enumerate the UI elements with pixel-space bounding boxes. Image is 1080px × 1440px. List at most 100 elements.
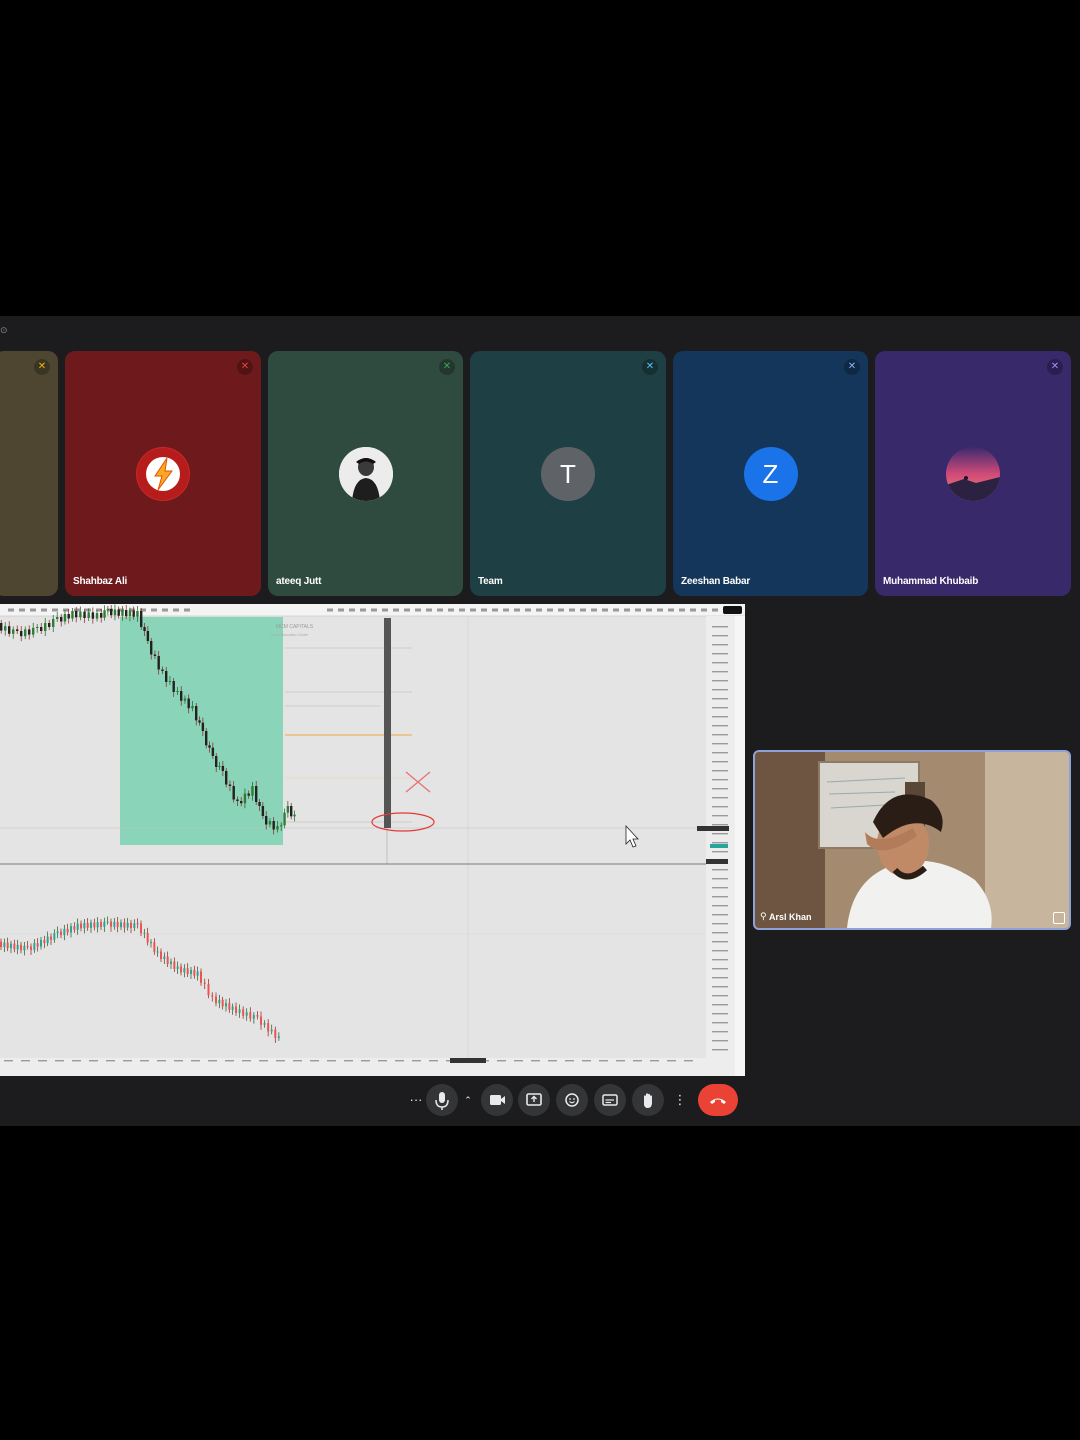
screen-share-chart[interactable]: MCM CAPITALS Forex Education Center <box>0 604 745 1076</box>
info-icon[interactable]: ⊙ <box>0 325 8 336</box>
toolbar-tool-icon[interactable] <box>646 608 652 612</box>
toolbar-tool-icon[interactable] <box>63 608 69 612</box>
candle-body <box>193 969 196 976</box>
time-tick <box>565 1060 574 1062</box>
toolbar-tool-icon[interactable] <box>558 608 564 612</box>
candle-body <box>276 826 279 830</box>
toolbar-tool-icon[interactable] <box>481 608 487 612</box>
present-screen-icon[interactable] <box>518 1084 550 1116</box>
candle-body <box>75 611 78 618</box>
candle-body <box>106 921 109 923</box>
participant-tile[interactable]: ✕ <box>0 351 58 596</box>
emoji-icon[interactable] <box>556 1084 588 1116</box>
toolbar-tool-icon[interactable] <box>85 608 91 612</box>
price-tick <box>712 1004 728 1006</box>
toolbar-tool-icon[interactable] <box>547 608 553 612</box>
participant-tile-ateeq[interactable]: ✕ ateeq Jutt <box>268 351 463 596</box>
microphone-icon[interactable] <box>426 1084 458 1116</box>
candle-body <box>87 612 90 618</box>
mic-off-icon: ✕ <box>34 359 50 375</box>
pin-icon[interactable]: ⚲ <box>760 911 767 922</box>
participant-tile-shahbaz[interactable]: ✕ Shahbaz Ali <box>65 351 261 596</box>
participant-name: ateeq Jutt <box>276 576 322 587</box>
toolbar-tool-icon[interactable] <box>602 608 608 612</box>
participant-tile-khubaib[interactable]: ✕ Muhammad Khubaib <box>875 351 1071 596</box>
candle-body <box>53 933 56 940</box>
toolbar-tool-icon[interactable] <box>690 608 696 612</box>
toolbar-tool-icon[interactable] <box>701 608 707 612</box>
end-call-button[interactable] <box>698 1084 738 1116</box>
candle-body <box>242 1009 245 1016</box>
toolbar-tool-icon[interactable] <box>360 608 366 612</box>
candle-body <box>90 922 92 928</box>
toolbar-tool-icon[interactable] <box>668 608 674 612</box>
time-tick <box>531 1060 540 1062</box>
candle-body <box>258 802 261 806</box>
time-tick <box>616 1060 625 1062</box>
toolbar-tool-icon[interactable] <box>492 608 498 612</box>
toolbar-tool-icon[interactable] <box>470 608 476 612</box>
raise-hand-icon[interactable] <box>632 1084 664 1116</box>
participant-tile-team[interactable]: ✕ T Team <box>470 351 666 596</box>
toolbar-tool-icon[interactable] <box>184 608 190 612</box>
toolbar-tool-icon[interactable] <box>30 608 36 612</box>
candle-body <box>103 921 106 927</box>
candle-body <box>146 932 149 943</box>
toolbar-tool-icon[interactable] <box>580 608 586 612</box>
participant-tile-zeeshan[interactable]: ✕ Z Zeeshan Babar <box>673 351 868 596</box>
candle-body <box>218 766 221 767</box>
candle-body <box>153 654 157 656</box>
toolbar-tool-icon[interactable] <box>712 608 718 612</box>
toolbar-tool-icon[interactable] <box>514 608 520 612</box>
kebab-menu-icon[interactable]: ⋮ <box>670 1084 690 1116</box>
price-tick <box>712 752 728 754</box>
self-view-video[interactable]: ⚲ Arsl Khan <box>753 750 1071 930</box>
camera-icon[interactable] <box>481 1084 513 1116</box>
time-tick <box>4 1060 13 1062</box>
toolbar-tool-icon[interactable] <box>525 608 531 612</box>
toolbar-tool-icon[interactable] <box>151 608 157 612</box>
toolbar-tool-icon[interactable] <box>52 608 58 612</box>
toolbar-tool-icon[interactable] <box>415 608 421 612</box>
time-tick <box>667 1060 676 1062</box>
toolbar-tool-icon[interactable] <box>613 608 619 612</box>
toolbar-tool-icon[interactable] <box>503 608 509 612</box>
candle-body <box>265 816 268 825</box>
candle-body <box>16 944 19 950</box>
captions-icon[interactable] <box>594 1084 626 1116</box>
candle-body <box>40 627 43 631</box>
toolbar-tool-icon[interactable] <box>404 608 410 612</box>
time-tick <box>242 1060 251 1062</box>
toolbar-tool-icon[interactable] <box>657 608 663 612</box>
toolbar-tool-icon[interactable] <box>426 608 432 612</box>
toolbar-tool-icon[interactable] <box>162 608 168 612</box>
toolbar-tool-icon[interactable] <box>536 608 542 612</box>
toolbar-tool-icon[interactable] <box>382 608 388 612</box>
candle-body <box>180 691 183 701</box>
time-tick <box>361 1060 370 1062</box>
toolbar-tool-icon[interactable] <box>173 608 179 612</box>
candle-body <box>260 1016 262 1025</box>
toolbar-tool-icon[interactable] <box>635 608 641 612</box>
toolbar-tool-icon[interactable] <box>393 608 399 612</box>
reframe-icon[interactable] <box>1053 912 1065 924</box>
toolbar-tool-icon[interactable] <box>569 608 575 612</box>
time-tick <box>378 1060 387 1062</box>
candle-body <box>4 626 7 631</box>
candle-body <box>221 766 225 771</box>
toolbar-tool-icon[interactable] <box>8 608 14 612</box>
toolbar-tool-icon[interactable] <box>448 608 454 612</box>
toolbar-tool-icon[interactable] <box>327 608 333 612</box>
toolbar-tool-icon[interactable] <box>349 608 355 612</box>
toolbar-tool-icon[interactable] <box>679 608 685 612</box>
toolbar-tool-icon[interactable] <box>19 608 25 612</box>
toolbar-tool-icon[interactable] <box>371 608 377 612</box>
candle-body <box>50 936 52 940</box>
toolbar-tool-icon[interactable] <box>41 608 47 612</box>
toolbar-tool-icon[interactable] <box>624 608 630 612</box>
toolbar-tool-icon[interactable] <box>437 608 443 612</box>
chevron-up-icon[interactable]: ⌃ <box>460 1084 476 1116</box>
toolbar-tool-icon[interactable] <box>338 608 344 612</box>
toolbar-tool-icon[interactable] <box>459 608 465 612</box>
toolbar-tool-icon[interactable] <box>591 608 597 612</box>
